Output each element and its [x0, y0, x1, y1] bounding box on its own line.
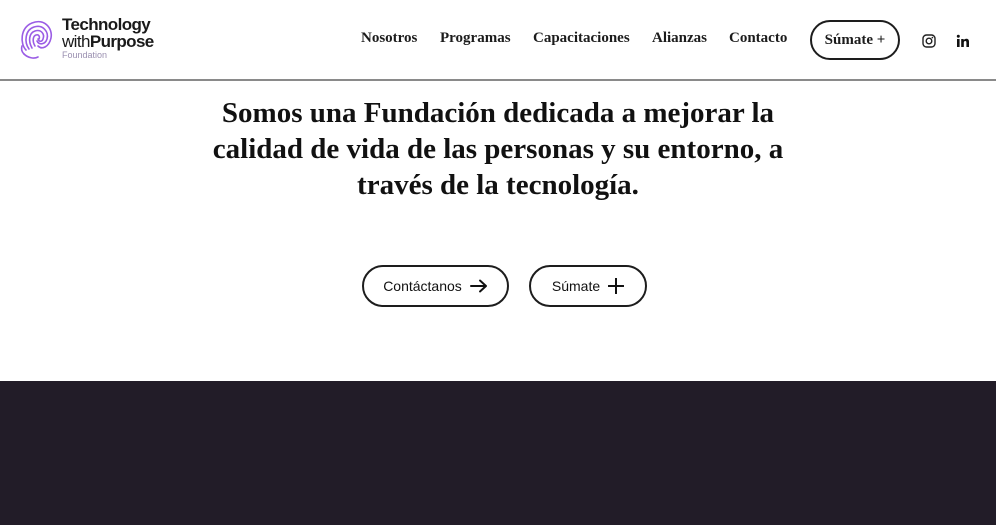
- dark-section: [0, 381, 996, 525]
- fingerprint-logo-icon: [20, 20, 53, 59]
- nav-item-nosotros[interactable]: Nosotros: [361, 30, 417, 47]
- brand-word-with: with: [62, 32, 90, 51]
- brand-logo[interactable]: Technology withPurpose Foundation: [18, 14, 168, 64]
- join-button-label: Súmate: [551, 278, 601, 294]
- nav-item-programas[interactable]: Programas: [440, 30, 511, 47]
- nav-join-button[interactable]: Súmate +: [810, 20, 900, 60]
- join-button[interactable]: Súmate: [529, 265, 647, 307]
- hero-title: Somos una Fundación dedicada a mejorar l…: [212, 97, 784, 201]
- nav-item-capacitaciones[interactable]: Capacitaciones: [533, 30, 630, 47]
- brand-word-purpose: Purpose: [89, 32, 154, 51]
- brand-line-foundation: Foundation: [62, 50, 108, 60]
- brand-line-with-purpose: withPurpose: [62, 33, 154, 50]
- brand-wordmark: Technology withPurpose Foundation: [62, 16, 154, 60]
- instagram-icon[interactable]: [922, 34, 936, 48]
- contact-button-label: Contáctanos: [383, 278, 462, 294]
- linkedin-icon[interactable]: [956, 34, 970, 48]
- plus-icon: [608, 278, 625, 294]
- nav-item-contacto[interactable]: Contacto: [729, 30, 787, 47]
- brand-line-technology: Technology: [62, 15, 151, 34]
- site-header: Technology withPurpose Foundation Nosotr…: [0, 0, 996, 81]
- contact-button[interactable]: Contáctanos: [362, 265, 509, 307]
- arrow-right-icon: [469, 279, 487, 293]
- nav-item-alianzas[interactable]: Alianzas: [652, 30, 707, 47]
